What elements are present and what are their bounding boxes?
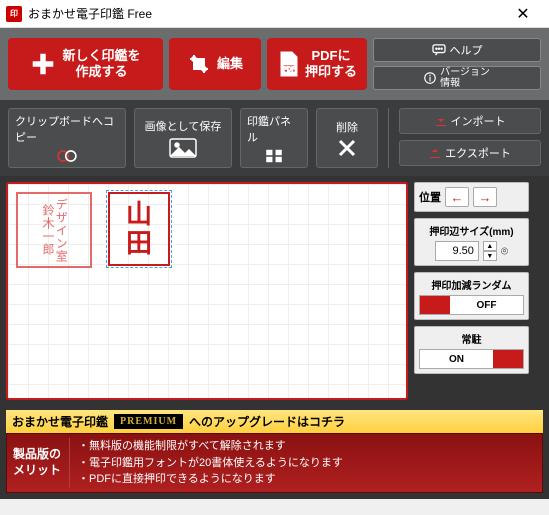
merit-item: 電子印鑑用フォントが20書体使えるようになります xyxy=(78,455,343,472)
side-panel: 位置 ← → 押印辺サイズ(mm) ▲ ▼ ⌾ 押印加減ランダム OFF xyxy=(414,182,529,400)
help-label: ヘルプ xyxy=(450,42,483,58)
merit-item: PDFに直接押印できるようになります xyxy=(78,471,343,488)
rings-icon xyxy=(47,149,87,163)
size-input[interactable] xyxy=(435,241,479,261)
stamp-panel-label: 印鑑パネル xyxy=(247,113,301,145)
random-state: OFF xyxy=(450,296,523,314)
clipboard-copy-button[interactable]: クリップボードへコピー xyxy=(8,108,126,168)
pdf-icon: PDF xyxy=(277,51,301,77)
save-image-button[interactable]: 画像として保存 xyxy=(134,108,232,168)
canvas-container: デザイン室 鈴木一郎 山 田 xyxy=(6,182,408,400)
size-panel: 押印辺サイズ(mm) ▲ ▼ ⌾ xyxy=(414,218,529,266)
position-prev-button[interactable]: ← xyxy=(445,187,469,207)
import-label: インポート xyxy=(451,113,506,129)
merits-panel: 製品版の メリット 無料版の機能制限がすべて解除されます 電子印鑑用フォントが2… xyxy=(6,433,543,493)
info-icon xyxy=(424,72,436,84)
chat-icon xyxy=(432,44,446,56)
size-down-button[interactable]: ▼ xyxy=(483,251,497,261)
x-icon xyxy=(337,139,357,157)
mid-toolbar: クリップボードへコピー 画像として保存 印鑑パネル 削除 インポート エクスポー… xyxy=(0,100,549,176)
export-label: エクスポート xyxy=(445,145,511,161)
version-button[interactable]: バージョン 情報 xyxy=(373,66,541,90)
footer: おまかせ電子印鑑 PREMIUM へのアップグレードはコチラ 製品版の メリット… xyxy=(0,406,549,499)
edit-button[interactable]: 編集 xyxy=(169,38,261,90)
position-panel: 位置 ← → xyxy=(414,182,529,212)
close-button[interactable]: ✕ xyxy=(503,0,543,28)
app-icon: 印 xyxy=(6,6,22,22)
resident-state: ON xyxy=(420,350,493,368)
merits-title-2: メリット xyxy=(13,463,61,479)
main-area: デザイン室 鈴木一郎 山 田 位置 ← → 押印辺サイズ(mm) ▲ ▼ xyxy=(0,176,549,406)
import-icon xyxy=(435,115,447,127)
toggle-handle xyxy=(420,296,450,314)
random-label: 押印加減ランダム xyxy=(419,277,524,292)
stamp-panel-button[interactable]: 印鑑パネル xyxy=(240,108,308,168)
delete-button[interactable]: 削除 xyxy=(316,108,378,168)
stamp-yamada-char1: 山 xyxy=(126,200,152,229)
stamp-yamada-char2: 田 xyxy=(126,229,152,258)
merits-list: 無料版の機能制限がすべて解除されます 電子印鑑用フォントが20書体使えるようにな… xyxy=(78,438,343,488)
upgrade-suffix: へのアップグレードはコチラ xyxy=(189,413,345,430)
edit-label: 編集 xyxy=(217,56,243,72)
resident-panel: 常駐 ON xyxy=(414,326,529,374)
stamp-suzuki[interactable]: デザイン室 鈴木一郎 xyxy=(16,192,92,268)
svg-text:PDF: PDF xyxy=(283,67,295,73)
resident-toggle[interactable]: ON xyxy=(419,349,524,369)
import-button[interactable]: インポート xyxy=(399,108,541,134)
size-up-button[interactable]: ▲ xyxy=(483,241,497,251)
export-button[interactable]: エクスポート xyxy=(399,140,541,166)
grid-icon xyxy=(263,149,285,163)
version-label: バージョン 情報 xyxy=(440,67,490,89)
window-title: おまかせ電子印鑑 Free xyxy=(28,5,503,22)
create-stamp-button[interactable]: 新しく印鑑を 作成する xyxy=(8,38,163,90)
titlebar: 印 おまかせ電子印鑑 Free ✕ xyxy=(0,0,549,28)
merits-title-1: 製品版の xyxy=(13,447,61,463)
position-next-button[interactable]: → xyxy=(473,187,497,207)
top-toolbar: 新しく印鑑を 作成する 編集 PDF PDFに 押印する ヘルプ バージョン 情… xyxy=(0,28,549,100)
merit-item: 無料版の機能制限がすべて解除されます xyxy=(78,438,343,455)
help-button[interactable]: ヘルプ xyxy=(373,38,541,62)
size-label: 押印辺サイズ(mm) xyxy=(419,223,524,238)
create-stamp-label: 新しく印鑑を 作成する xyxy=(62,48,140,79)
upgrade-banner[interactable]: おまかせ電子印鑑 PREMIUM へのアップグレードはコチラ xyxy=(6,410,543,433)
premium-badge: PREMIUM xyxy=(114,414,183,429)
export-icon xyxy=(429,147,441,159)
clipboard-copy-label: クリップボードへコピー xyxy=(15,113,119,145)
position-label: 位置 xyxy=(419,189,441,205)
upgrade-prefix: おまかせ電子印鑑 xyxy=(12,413,108,430)
delete-label: 削除 xyxy=(336,119,358,135)
image-icon xyxy=(169,138,197,158)
random-toggle[interactable]: OFF xyxy=(419,295,524,315)
size-target-icon: ⌾ xyxy=(501,244,508,259)
pdf-stamp-label: PDFに 押印する xyxy=(305,48,357,79)
toggle-handle xyxy=(493,350,523,368)
pdf-stamp-button[interactable]: PDF PDFに 押印する xyxy=(267,38,367,90)
separator xyxy=(388,108,389,168)
merits-title: 製品版の メリット xyxy=(13,438,70,488)
crop-icon xyxy=(187,52,211,76)
plus-icon xyxy=(30,51,56,77)
stamp-yamada[interactable]: 山 田 xyxy=(108,192,170,266)
random-panel: 押印加減ランダム OFF xyxy=(414,272,529,320)
stamp-canvas[interactable]: デザイン室 鈴木一郎 山 田 xyxy=(8,184,406,398)
resident-label: 常駐 xyxy=(419,331,524,346)
save-image-label: 画像として保存 xyxy=(145,118,222,134)
